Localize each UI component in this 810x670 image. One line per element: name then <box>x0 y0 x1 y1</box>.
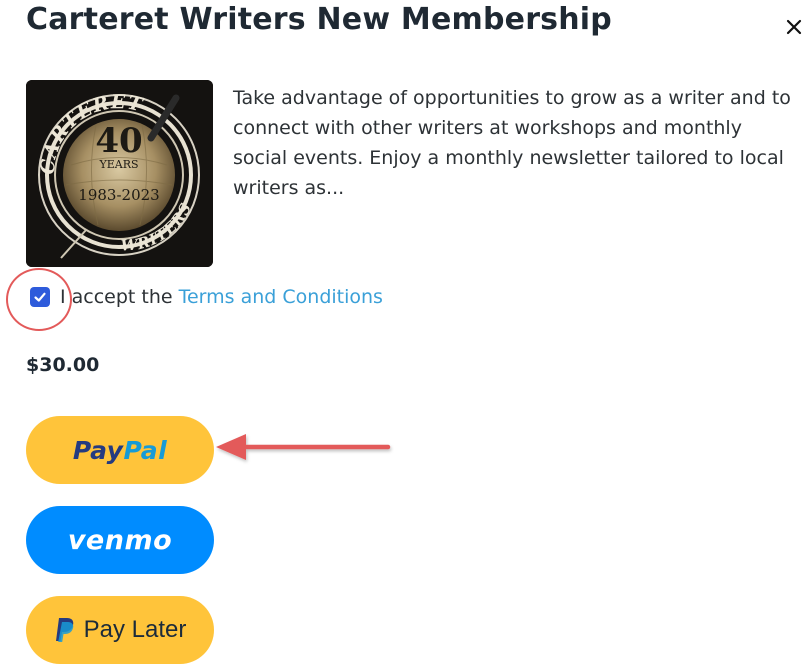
logo-number: 40 <box>95 121 142 161</box>
pay-later-label: Pay Later <box>83 616 187 643</box>
paypal-logo: PayPal <box>72 435 168 465</box>
close-icon[interactable] <box>783 16 805 38</box>
pay-later-button[interactable]: Pay Later <box>26 596 214 664</box>
dialog-title: Carteret Writers New Membership <box>26 2 612 37</box>
terms-label: I accept the <box>60 286 173 308</box>
venmo-button[interactable]: venmo <box>26 506 214 574</box>
product-description: Take advantage of opportunities to grow … <box>233 87 791 199</box>
checkmark-icon <box>34 292 46 302</box>
annotation-arrow-icon <box>216 434 391 460</box>
membership-dialog: Carteret Writers New Membership CARTERET… <box>0 0 810 670</box>
product-logo: CARTERET WRITERS 40 YEARS 1983-2023 <box>26 80 213 267</box>
terms-link[interactable]: Terms and Conditions <box>179 286 383 308</box>
paypal-p-icon <box>55 618 73 642</box>
price-label: $30.00 <box>26 354 100 376</box>
venmo-logo: venmo <box>67 524 173 556</box>
terms-row: I accept the Terms and Conditions <box>30 286 383 308</box>
terms-checkbox[interactable] <box>30 287 50 307</box>
logo-range: 1983-2023 <box>78 186 159 204</box>
logo-years: YEARS <box>98 158 138 171</box>
paypal-button[interactable]: PayPal <box>26 416 214 484</box>
